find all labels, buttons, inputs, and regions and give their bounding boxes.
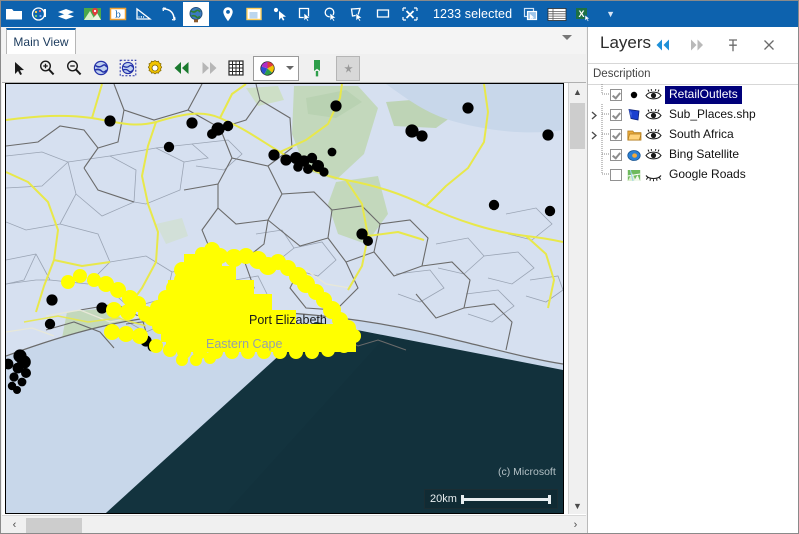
map-horizontal-scrollbar[interactable]: ‹ › [2,515,586,533]
layer-name-label: Sub_Places.shp [669,107,756,121]
zoom-in-icon[interactable] [33,56,60,81]
map-label-port-elizabeth: Port Elizabeth [249,313,327,327]
layer-name-label: South Africa [669,127,734,141]
scalebar-line [460,495,552,504]
layer-list: RetailOutlets Sub_Places.shp South Afric… [588,83,798,187]
select-box-icon[interactable] [371,2,397,26]
projection-icon[interactable] [157,2,183,26]
tree-connector [601,163,610,187]
scroll-left-arrow-icon[interactable]: ‹ [6,516,23,533]
globe-icon[interactable] [183,2,209,26]
scroll-up-arrow-icon[interactable]: ▲ [569,83,586,100]
next-extent-icon[interactable] [195,56,222,81]
layer-eye-hidden-icon[interactable] [645,167,662,183]
tab-main-view[interactable]: Main View [6,28,76,54]
selection-status-label: 1233 selected [433,7,513,21]
expand-toggle-icon[interactable] [588,111,601,120]
map-vertical-scrollbar[interactable]: ▲ ▼ [568,83,586,514]
map-view-container: Port Elizabeth Eastern Cape (c) Microsof… [2,83,586,533]
table-view-icon[interactable] [544,2,570,26]
map-scalebar: 20km [424,489,558,509]
color-palette-dropdown[interactable] [253,55,299,81]
layer-symbol-gmap-icon [626,167,642,183]
map-attribution-label: (c) Microsoft [498,466,556,478]
layer-name-label: Google Roads [669,167,746,181]
previous-extent-icon[interactable] [168,56,195,81]
open-folder-icon[interactable] [1,2,27,26]
ribbon-overflow-caret-icon[interactable]: ▼ [606,9,615,19]
export-excel-icon[interactable]: X [570,2,596,26]
select-rectangle-icon[interactable] [293,2,319,26]
symbology-icon[interactable] [27,2,53,26]
layer-visibility-checkbox[interactable] [610,109,622,121]
layer-visibility-checkbox[interactable] [610,129,622,141]
expand-toggle-icon[interactable] [588,131,601,140]
measure-icon[interactable] [131,2,157,26]
attribute-table-icon[interactable]: b [105,2,131,26]
layers-column-header-label: Description [593,68,651,80]
gis-application-window: b 1233 selected X ▼ Main View Port Eliza… [0,0,799,534]
scroll-down-arrow-icon[interactable]: ▼ [569,497,586,514]
svg-text:b: b [115,11,121,21]
layer-name-label: Bing Satellite [669,147,740,161]
map-label-eastern-cape: Eastern Cape [206,337,282,351]
collapse-right-icon[interactable] [686,35,708,55]
tab-main-view-label: Main View [13,35,69,49]
close-icon[interactable] [758,35,780,55]
map-canvas[interactable]: Port Elizabeth Eastern Cape (c) Microsof… [5,83,564,514]
layer-visibility-checkbox[interactable] [610,89,622,101]
layer-name-label: RetailOutlets [665,86,742,104]
layer-row-google-roads[interactable]: Google Roads [588,163,798,187]
layer-symbol-polygon-icon [626,107,642,123]
map-toolbar [2,54,586,83]
copy-selection-icon[interactable] [518,2,544,26]
layer-eye-visible-icon[interactable] [645,147,662,163]
vertical-scroll-thumb[interactable] [570,103,585,149]
layers-panel-title: Layers [600,33,652,52]
layer-row-south-africa[interactable]: South Africa [588,123,798,145]
map-frame-icon[interactable] [241,2,267,26]
tab-overflow-caret-icon[interactable] [562,35,572,40]
basemap-icon[interactable] [79,2,105,26]
svg-text:X: X [579,9,585,19]
layer-symbol-folder-icon [626,127,642,143]
main-ribbon-toolbar: b 1233 selected X ▼ [1,1,798,27]
horizontal-scroll-thumb[interactable] [26,518,82,533]
layers-stack-icon[interactable] [53,2,79,26]
layer-row-bing-satellite[interactable]: Bing Satellite [588,143,798,165]
settings-gear-icon[interactable] [141,56,168,81]
clear-selection-icon[interactable] [397,2,423,26]
scroll-right-arrow-icon[interactable]: › [567,516,584,533]
layer-eye-visible-icon[interactable] [645,127,662,143]
layer-visibility-checkbox[interactable] [610,169,622,181]
layer-row-retailoutlets[interactable]: RetailOutlets [588,83,798,105]
layers-column-header: Description [588,64,798,85]
bookmark-flag-icon[interactable] [303,56,330,81]
layer-visibility-checkbox[interactable] [610,149,622,161]
zoom-to-selection-icon[interactable] [114,56,141,81]
pin-icon[interactable] [722,35,744,55]
zoom-out-icon[interactable] [60,56,87,81]
layer-row-sub-places[interactable]: Sub_Places.shp [588,103,798,125]
layers-panel-header: Layers [588,27,798,64]
layers-panel: Layers Description RetailOutlets Sub_Pla… [587,27,798,533]
pan-select-arrow-icon[interactable] [6,56,33,81]
collapse-left-icon[interactable] [652,35,674,55]
snapshot-icon [336,55,360,81]
zoom-full-extent-icon[interactable] [87,56,114,81]
layer-symbol-bing-icon [626,147,642,163]
select-polygon-icon[interactable] [345,2,371,26]
map-graphics: Port Elizabeth Eastern Cape [6,84,563,513]
scalebar-label: 20km [430,493,457,505]
layer-symbol-point-icon [626,87,642,103]
select-circle-icon[interactable] [319,2,345,26]
map-pin-icon[interactable] [215,2,241,26]
layer-eye-visible-icon[interactable] [645,87,662,103]
layer-eye-visible-icon[interactable] [645,107,662,123]
view-tab-strip: Main View [2,27,586,55]
palette-caret-icon[interactable] [285,66,294,70]
select-pointer-icon[interactable] [267,2,293,26]
grid-icon[interactable] [222,56,249,81]
